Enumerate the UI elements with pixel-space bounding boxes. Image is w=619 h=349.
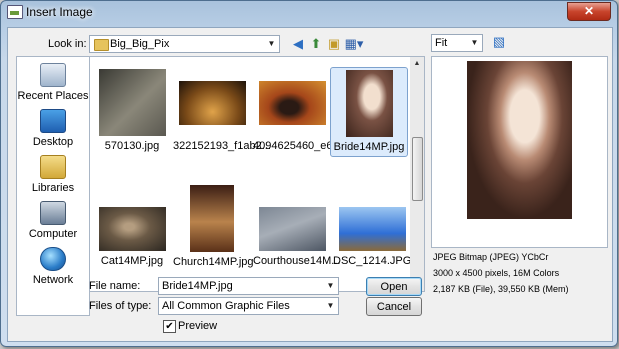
- place-label: Desktop: [32, 136, 74, 148]
- cancel-button[interactable]: Cancel: [366, 297, 422, 316]
- file-item[interactable]: 322152193_f1ab2...: [173, 69, 271, 152]
- file-item[interactable]: Cat14MP.jpg: [93, 185, 171, 267]
- file-name: Courthouse14M...: [253, 255, 341, 267]
- computer-icon: [40, 201, 66, 225]
- place-label: Recent Places: [17, 90, 89, 102]
- file-name-field[interactable]: Bride14MP.jpg ▼: [158, 277, 339, 295]
- open-button[interactable]: Open: [366, 277, 422, 296]
- preview-label: Preview: [178, 320, 218, 332]
- back-icon[interactable]: ◀: [290, 36, 306, 52]
- image-info-icon[interactable]: ▧: [491, 34, 507, 50]
- chevron-down-icon[interactable]: ▼: [264, 36, 279, 52]
- network-icon: [40, 247, 66, 271]
- place-desktop[interactable]: Desktop: [17, 109, 89, 148]
- file-thumbnail: [258, 81, 326, 125]
- file-thumbnail: [98, 69, 166, 136]
- file-name: 322152193_f1ab2...: [173, 140, 271, 152]
- file-thumbnail: [338, 207, 406, 251]
- file-thumbnail: [190, 185, 234, 252]
- file-name: Bride14MP.jpg: [333, 141, 405, 153]
- file-list-scrollbar[interactable]: ▲ ▼: [410, 56, 425, 292]
- look-in-combo[interactable]: Big_Big_Pix ▼: [89, 35, 280, 53]
- file-name-value: Bride14MP.jpg: [162, 280, 233, 292]
- file-item[interactable]: 570130.jpg: [93, 69, 171, 152]
- window-title: Insert Image: [26, 5, 93, 19]
- libraries-icon: [40, 155, 66, 179]
- chevron-down-icon[interactable]: ▼: [323, 298, 338, 314]
- preview-pane: [431, 56, 608, 248]
- place-label: Libraries: [31, 182, 75, 194]
- file-name: Church14MP.jpg: [173, 256, 254, 268]
- file-type-value: All Common Graphic Files: [162, 300, 290, 312]
- look-in-label: Look in:: [48, 38, 87, 50]
- preview-image: [467, 61, 572, 219]
- recent-places-icon: [40, 63, 66, 87]
- insert-image-dialog: Insert Image ✕ Look in: Big_Big_Pix ▼ ◀ …: [0, 0, 618, 347]
- file-type-select[interactable]: All Common Graphic Files ▼: [158, 297, 339, 315]
- file-list[interactable]: 570130.jpg 322152193_f1ab2... 4094625460…: [89, 56, 412, 292]
- dialog-body: Look in: Big_Big_Pix ▼ ◀ ⬆ ▣ ▦▾ Fit ▼ ▧ …: [7, 27, 613, 342]
- zoom-value: Fit: [435, 37, 448, 49]
- file-name: 4094625460_e616...: [253, 140, 354, 152]
- file-item[interactable]: Church14MP.jpg: [173, 185, 254, 268]
- preview-info-dimensions: 3000 x 4500 pixels, 16M Colors: [433, 268, 560, 278]
- new-folder-icon[interactable]: ▣: [326, 36, 342, 52]
- scroll-up-icon[interactable]: ▲: [410, 57, 424, 71]
- chevron-down-icon[interactable]: ▼: [467, 35, 482, 51]
- place-libraries[interactable]: Libraries: [17, 155, 89, 194]
- folder-icon: [94, 39, 109, 51]
- place-network[interactable]: Network: [17, 247, 89, 286]
- file-item[interactable]: DSC_1214.JPG: [333, 185, 411, 267]
- place-label: Computer: [28, 228, 78, 240]
- scroll-thumb[interactable]: [412, 137, 423, 201]
- preview-info-format: JPEG Bitmap (JPEG) YCbCr: [433, 252, 549, 262]
- file-thumbnail: [345, 70, 393, 137]
- file-name-label: File name:: [89, 280, 141, 292]
- file-thumbnail: [98, 207, 166, 251]
- preview-info-size: 2,187 KB (File), 39,550 KB (Mem): [433, 284, 569, 294]
- place-recent-places[interactable]: Recent Places: [17, 63, 89, 102]
- place-label: Network: [32, 274, 74, 286]
- file-name: 570130.jpg: [104, 140, 160, 152]
- file-item-selected[interactable]: Bride14MP.jpg: [330, 67, 408, 157]
- file-thumbnail: [258, 207, 326, 251]
- file-name: DSC_1214.JPG: [333, 255, 412, 267]
- desktop-icon: [40, 109, 66, 133]
- up-folder-icon[interactable]: ⬆: [308, 36, 324, 52]
- zoom-combo[interactable]: Fit ▼: [431, 34, 483, 52]
- preview-checkbox[interactable]: ✔: [163, 320, 176, 333]
- places-bar: Recent Places Desktop Libraries Computer…: [16, 56, 90, 316]
- look-in-value: Big_Big_Pix: [110, 38, 170, 50]
- chevron-down-icon[interactable]: ▼: [323, 278, 338, 294]
- close-button[interactable]: ✕: [567, 2, 611, 21]
- file-thumbnail: [178, 81, 246, 125]
- file-item[interactable]: Courthouse14M...: [253, 185, 341, 267]
- file-type-label: Files of type:: [89, 300, 152, 312]
- file-item[interactable]: 4094625460_e616...: [253, 69, 354, 152]
- views-icon[interactable]: ▦▾: [344, 36, 364, 52]
- title-bar[interactable]: Insert Image ✕: [1, 1, 617, 23]
- image-app-icon: [7, 5, 23, 19]
- file-name: Cat14MP.jpg: [100, 255, 164, 267]
- place-computer[interactable]: Computer: [17, 201, 89, 240]
